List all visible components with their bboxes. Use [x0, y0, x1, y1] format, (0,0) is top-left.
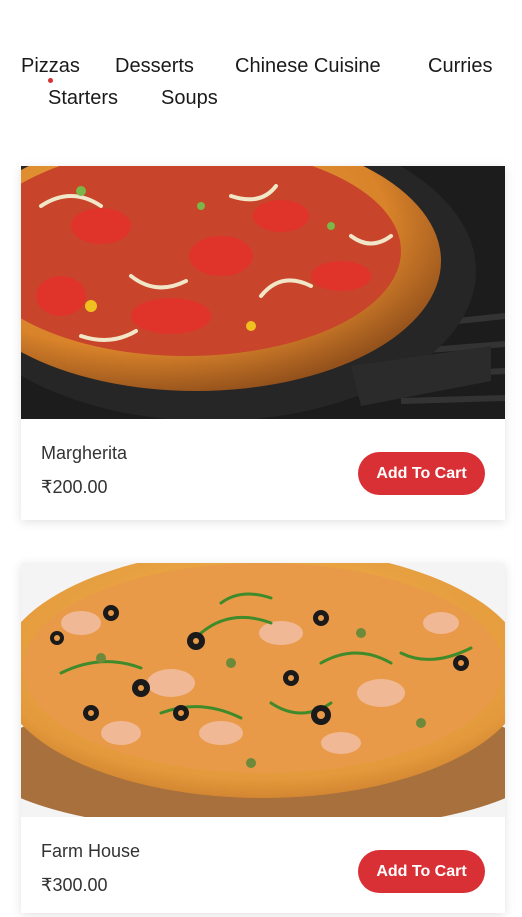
- product-price: ₹300.00: [41, 875, 108, 895]
- category-row-1: Pizzas Desserts Chinese Cuisine Curries: [0, 50, 522, 82]
- product-card-body: Margherita ₹200.00 Add To Cart: [21, 419, 505, 519]
- category-tab-chinese-cuisine[interactable]: Chinese Cuisine: [235, 50, 381, 82]
- product-name: Farm House: [41, 841, 141, 861]
- add-to-cart-button[interactable]: Add To Cart: [358, 850, 485, 893]
- product-price: ₹200.00: [41, 477, 108, 497]
- category-tab-starters[interactable]: Starters: [48, 82, 118, 114]
- category-nav: Pizzas Desserts Chinese Cuisine Curries …: [0, 50, 522, 114]
- product-image: [21, 563, 505, 817]
- product-card: Farm House ₹300.00 Add To Cart: [21, 563, 505, 913]
- category-tab-soups[interactable]: Soups: [161, 82, 218, 114]
- pizza-farmhouse-photo: [21, 563, 505, 817]
- active-category-indicator: [48, 78, 53, 83]
- category-tab-desserts[interactable]: Desserts: [115, 50, 194, 82]
- pizza-margherita-photo: [21, 166, 505, 419]
- product-card: Margherita ₹200.00 Add To Cart: [21, 166, 505, 520]
- category-tab-curries[interactable]: Curries: [428, 50, 492, 82]
- product-card-body: Farm House ₹300.00 Add To Cart: [21, 817, 505, 917]
- product-image: [21, 166, 505, 419]
- product-name: Margherita: [41, 443, 128, 463]
- category-row-2: Starters Soups: [0, 82, 522, 114]
- add-to-cart-button[interactable]: Add To Cart: [358, 452, 485, 495]
